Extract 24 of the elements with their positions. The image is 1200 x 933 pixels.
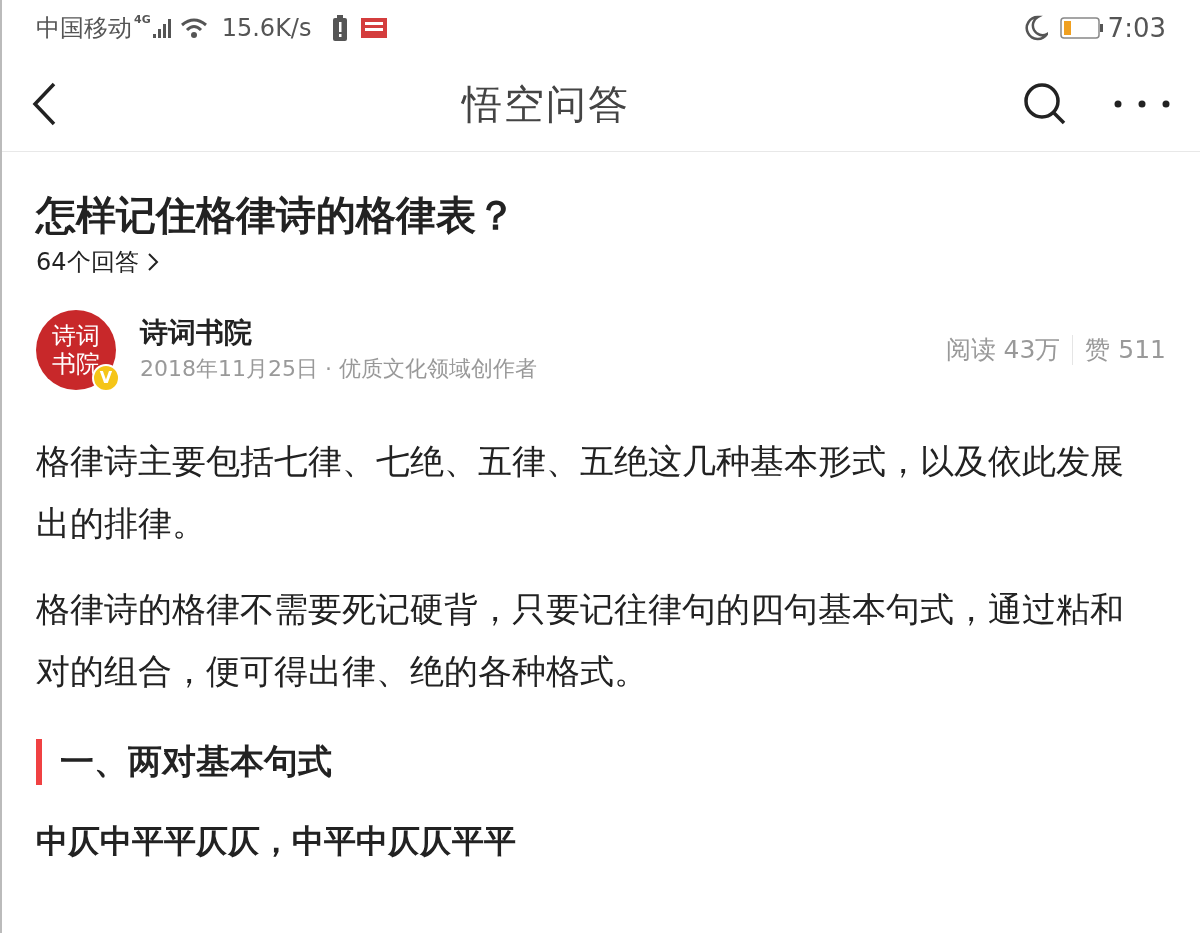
more-icon: [1114, 99, 1170, 108]
battery-icon: [1059, 17, 1104, 39]
moon-icon: [1023, 15, 1048, 41]
answer-count-link[interactable]: 64个回答: [36, 244, 159, 280]
network-speed: 15.6K/s: [221, 13, 312, 44]
app-logo-title: 悟空问答: [462, 79, 630, 129]
app-notification-icon: [361, 18, 388, 38]
post-meta: 2018年11月25日 · 优质文化领域创作者: [140, 355, 537, 383]
author-name[interactable]: 诗词书院: [140, 315, 537, 351]
carrier-label: 中国移动: [36, 13, 132, 44]
question-title: 怎样记住格律诗的格律表？: [36, 191, 517, 240]
read-count: 阅读 43万: [945, 334, 1061, 367]
heading-accent-bar: [36, 738, 42, 785]
clock-time: 7:03: [1107, 11, 1166, 45]
battery-alert-icon: [333, 15, 348, 41]
paragraph: 格律诗主要包括七律、七绝、五律、五绝这几种基本形式，以及依此发展出的排律。: [36, 440, 1125, 545]
wifi-icon: [179, 17, 208, 39]
section-heading: 一、两对基本句式: [60, 740, 332, 783]
chevron-right-icon: [146, 252, 159, 272]
paragraph: 格律诗的格律不需要死记硬背，只要记往律句的四句基本句式，通过粘和对的组合，便可得出律、绝的各种格式。: [36, 588, 1125, 693]
signal-icon: [151, 17, 174, 39]
tone-pattern: 中仄中平平仄仄，中平中仄仄平平: [36, 821, 517, 861]
network-type: 4G: [134, 12, 151, 28]
like-count: 赞 511: [1085, 334, 1166, 367]
